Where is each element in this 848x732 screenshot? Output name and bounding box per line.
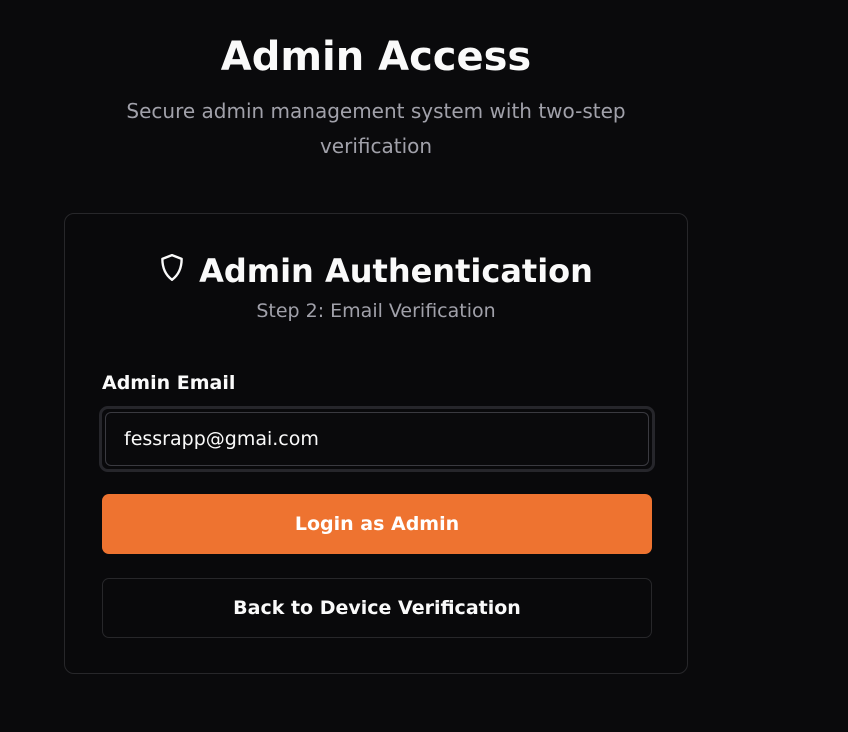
email-label: Admin Email	[102, 372, 236, 394]
admin-access-page: Admin Access Secure admin management sys…	[0, 0, 848, 732]
verification-step: Step 2: Email Verification	[256, 300, 496, 322]
card-header: Admin Authentication	[65, 250, 687, 292]
login-as-admin-button[interactable]: Login as Admin	[102, 494, 652, 554]
card-title: Admin Authentication	[199, 252, 593, 290]
email-field-focus-ring	[99, 406, 655, 472]
shield-icon	[159, 253, 185, 283]
page-subtitle: Secure admin management system with two-…	[126, 99, 626, 158]
page-title: Admin Access	[220, 34, 532, 80]
back-to-device-verification-button[interactable]: Back to Device Verification	[102, 578, 652, 638]
email-field[interactable]	[105, 412, 649, 466]
admin-authentication-card: Admin Authentication Step 2: Email Verif…	[64, 213, 688, 674]
hero-section: Admin Access Secure admin management sys…	[64, 30, 688, 164]
